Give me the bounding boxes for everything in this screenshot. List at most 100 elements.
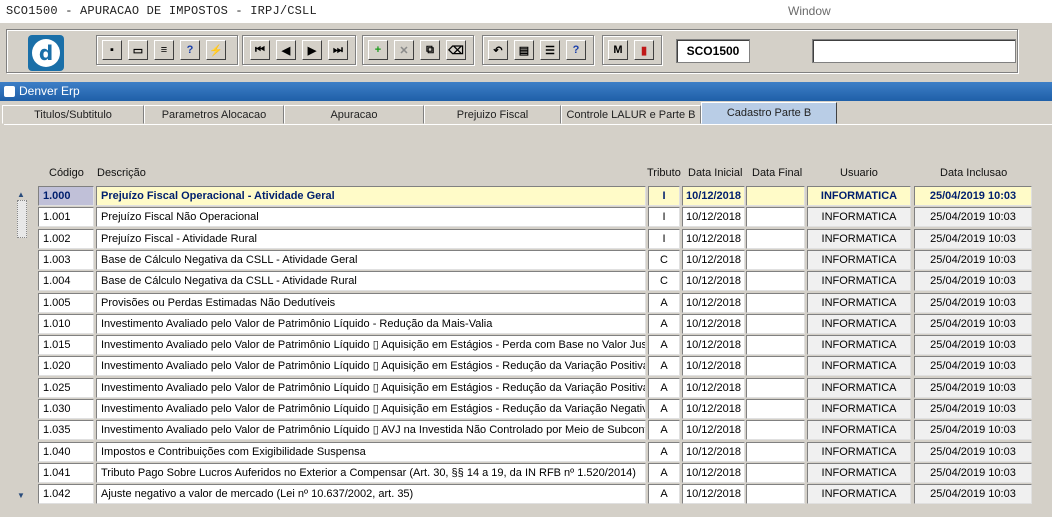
print-icon[interactable]: ≡ [154, 40, 174, 60]
cell-descricao[interactable]: Tributo Pago Sobre Lucros Auferidos no E… [96, 462, 646, 483]
cell-data-inclusao[interactable]: 25/04/2019 10:03 [914, 228, 1032, 249]
cell-tributo[interactable]: A [648, 441, 680, 462]
cell-descricao[interactable]: Provisões ou Perdas Estimadas Não Dedutí… [96, 292, 646, 313]
cell-descricao[interactable]: Investimento Avaliado pelo Valor de Patr… [96, 313, 646, 334]
cell-usuario[interactable]: INFORMATICA [807, 207, 911, 228]
last-record-icon[interactable]: ⏭ [328, 40, 348, 60]
query-enter-icon[interactable]: ? [180, 40, 200, 60]
cell-tributo[interactable]: A [648, 356, 680, 377]
cell-tributo[interactable]: I [648, 228, 680, 249]
cell-data-inclusao[interactable]: 25/04/2019 10:03 [914, 399, 1032, 419]
tab-apuracao[interactable]: Apuracao [284, 105, 424, 124]
cell-data-final[interactable] [746, 377, 805, 398]
cell-descricao[interactable]: Ajuste negativo a valor de mercado (Lei … [96, 484, 646, 505]
cell-tributo[interactable]: A [648, 313, 680, 334]
cell-codigo[interactable]: 1.000 [38, 186, 94, 206]
cell-data-inclusao[interactable]: 25/04/2019 10:03 [914, 186, 1032, 206]
table-row[interactable]: 1.003 Base de Cálculo Negativa da CSLL - … [0, 249, 1052, 271]
cell-usuario[interactable]: INFORMATICA [807, 292, 911, 313]
cell-data-inicial[interactable]: 10/12/2018 [682, 441, 745, 462]
cell-usuario[interactable]: INFORMATICA [807, 186, 911, 206]
cell-tributo[interactable]: A [648, 462, 680, 483]
table-row[interactable]: 1.042 Ajuste negativo a valor de mercado … [0, 484, 1052, 505]
scroll-down-icon[interactable]: ▼ [14, 488, 28, 502]
table-row[interactable]: 1.002 Prejuízo Fiscal - Atividade Rural I 1… [0, 228, 1052, 250]
cell-data-inicial[interactable]: 10/12/2018 [682, 207, 745, 228]
previous-record-icon[interactable]: ◀ [276, 40, 296, 60]
cell-data-inclusao[interactable]: 25/04/2019 10:03 [914, 420, 1032, 441]
delete-record-icon[interactable]: ✕ [394, 40, 414, 60]
cell-codigo[interactable]: 1.030 [38, 399, 94, 419]
cell-codigo[interactable]: 1.015 [38, 335, 94, 356]
table-row[interactable]: 1.015 Investimento Avaliado pelo Valor de… [0, 335, 1052, 356]
print-preview-icon[interactable]: ▭ [128, 40, 148, 60]
cell-data-final[interactable] [746, 356, 805, 377]
cell-tributo[interactable]: A [648, 484, 680, 505]
cell-data-final[interactable] [746, 207, 805, 228]
cell-data-final[interactable] [746, 228, 805, 249]
cell-tributo[interactable]: A [648, 399, 680, 419]
cell-usuario[interactable]: INFORMATICA [807, 420, 911, 441]
clipboard-icon[interactable]: ▤ [514, 40, 534, 60]
tab-cadastro-parte-b[interactable]: Cadastro Parte B [701, 102, 837, 124]
cell-usuario[interactable]: INFORMATICA [807, 249, 911, 270]
cell-data-inicial[interactable]: 10/12/2018 [682, 271, 745, 292]
cell-data-final[interactable] [746, 484, 805, 505]
cell-codigo[interactable]: 1.035 [38, 420, 94, 441]
cell-data-inclusao[interactable]: 25/04/2019 10:03 [914, 356, 1032, 377]
cell-usuario[interactable]: INFORMATICA [807, 399, 911, 419]
cell-codigo[interactable]: 1.020 [38, 356, 94, 377]
table-row[interactable]: 1.040 Impostos e Contribuições com Exigib… [0, 441, 1052, 463]
cell-usuario[interactable]: INFORMATICA [807, 335, 911, 356]
cell-descricao[interactable]: Base de Cálculo Negativa da CSLL - Ativi… [96, 249, 646, 270]
table-row[interactable]: 1.025 Investimento Avaliado pelo Valor de… [0, 377, 1052, 399]
first-record-icon[interactable]: ⏮ [250, 40, 270, 60]
cell-data-inclusao[interactable]: 25/04/2019 10:03 [914, 271, 1032, 292]
cell-descricao[interactable]: Prejuízo Fiscal Operacional - Atividade … [96, 186, 646, 206]
cell-usuario[interactable]: INFORMATICA [807, 462, 911, 483]
query-execute-icon[interactable]: ⚡ [206, 40, 226, 60]
insert-record-icon[interactable]: + [368, 40, 388, 60]
cell-data-final[interactable] [746, 186, 805, 206]
cell-descricao[interactable]: Investimento Avaliado pelo Valor de Patr… [96, 377, 646, 398]
cell-data-inclusao[interactable]: 25/04/2019 10:03 [914, 335, 1032, 356]
cell-data-inicial[interactable]: 10/12/2018 [682, 228, 745, 249]
cell-data-inicial[interactable]: 10/12/2018 [682, 462, 745, 483]
tools-icon[interactable]: ☰ [540, 40, 560, 60]
cell-descricao[interactable]: Prejuízo Fiscal - Atividade Rural [96, 228, 646, 249]
cell-data-final[interactable] [746, 271, 805, 292]
cell-descricao[interactable]: Base de Cálculo Negativa da CSLL - Ativi… [96, 271, 646, 292]
scroll-up-icon[interactable]: ▲ [14, 187, 28, 201]
window-menu[interactable]: Window [788, 4, 831, 18]
cell-descricao[interactable]: Investimento Avaliado pelo Valor de Patr… [96, 356, 646, 377]
cell-data-final[interactable] [746, 313, 805, 334]
cell-usuario[interactable]: INFORMATICA [807, 484, 911, 505]
search-input[interactable] [812, 39, 1016, 63]
table-row[interactable]: 1.005 Provisões ou Perdas Estimadas Não D… [0, 292, 1052, 314]
exit-icon[interactable]: ▮ [634, 40, 654, 60]
table-row[interactable]: 1.041 Tributo Pago Sobre Lucros Auferidos… [0, 462, 1052, 484]
cell-usuario[interactable]: INFORMATICA [807, 228, 911, 249]
menu-icon[interactable]: M [608, 40, 628, 60]
cell-data-inclusao[interactable]: 25/04/2019 10:03 [914, 441, 1032, 462]
table-row[interactable]: 1.004 Base de Cálculo Negativa da CSLL - … [0, 271, 1052, 292]
cell-data-final[interactable] [746, 399, 805, 419]
cell-data-inclusao[interactable]: 25/04/2019 10:03 [914, 462, 1032, 483]
cell-data-final[interactable] [746, 420, 805, 441]
cell-descricao[interactable]: Impostos e Contribuições com Exigibilida… [96, 441, 646, 462]
cell-tributo[interactable]: C [648, 249, 680, 270]
cell-data-inicial[interactable]: 10/12/2018 [682, 484, 745, 505]
cell-descricao[interactable]: Investimento Avaliado pelo Valor de Patr… [96, 420, 646, 441]
table-row[interactable]: 1.000 Prejuízo Fiscal Operacional - Ativi… [0, 186, 1052, 207]
cell-data-final[interactable] [746, 441, 805, 462]
cell-data-inclusao[interactable]: 25/04/2019 10:03 [914, 249, 1032, 270]
cell-codigo[interactable]: 1.025 [38, 377, 94, 398]
cell-codigo[interactable]: 1.005 [38, 292, 94, 313]
cell-tributo[interactable]: I [648, 186, 680, 206]
cell-descricao[interactable]: Prejuízo Fiscal Não Operacional [96, 207, 646, 228]
cell-data-inicial[interactable]: 10/12/2018 [682, 292, 745, 313]
cell-codigo[interactable]: 1.001 [38, 207, 94, 228]
cell-data-final[interactable] [746, 462, 805, 483]
undo-icon[interactable]: ↶ [488, 40, 508, 60]
cell-codigo[interactable]: 1.041 [38, 462, 94, 483]
